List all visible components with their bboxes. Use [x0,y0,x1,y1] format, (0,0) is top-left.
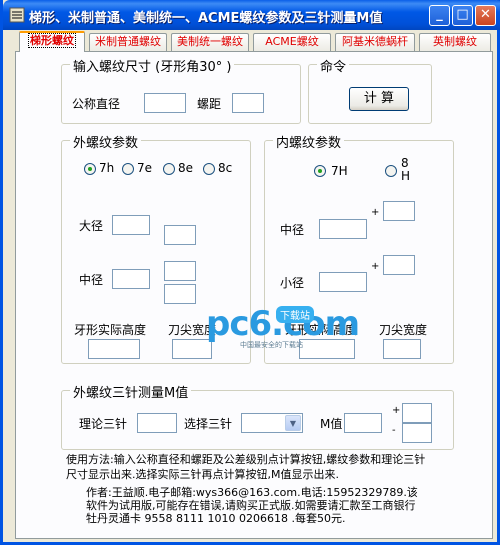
internal-tolerance-8H-radio[interactable] [385,165,397,177]
nominal-diameter-label: 公称直径 [72,97,121,111]
app-icon [9,7,25,23]
three-wire-group: 外螺纹三针测量M值 理论三针 选择三针 ▼ M值 + - [61,382,454,450]
external-pitch-diameter-label: 中径 [79,273,104,287]
major-diameter-output[interactable] [112,215,150,235]
external-pitch-diameter-upper-output[interactable] [164,261,196,281]
external-tolerance-8e-radio[interactable] [163,163,175,175]
chevron-down-icon: ▼ [285,415,301,431]
external-tolerance-7h-label: 7h [99,161,115,175]
watermark-badge: 下载站 [276,306,314,323]
internal-group-legend: 内螺纹参数 [273,132,345,151]
author-info: 作者:王益顺.电子邮箱:wys366@163.com.电话:1595232978… [86,486,418,525]
nominal-diameter-input[interactable] [144,93,186,113]
command-group: 命令 计 算 [308,56,432,124]
m-value-output[interactable] [344,413,382,433]
pitch-input[interactable] [232,93,264,113]
theory-wire-output[interactable] [137,413,177,433]
m-value-label: M值 [320,417,343,431]
three-wire-group-legend: 外螺纹三针测量M值 [70,382,192,401]
tab-strip: 梯形螺纹 米制普通螺纹 美制统一螺纹 ACME螺纹 阿基米德蜗杆 英制螺纹 [15,31,493,52]
external-thread-height-output[interactable] [88,339,140,359]
minor-diameter-plus: + [371,261,380,272]
external-tolerance-7h-radio[interactable] [84,163,96,175]
calculate-button[interactable]: 计 算 [349,87,409,111]
tab-imperial[interactable]: 英制螺纹 [419,33,491,51]
input-group: 输入螺纹尺寸 (牙形角30° ) 公称直径 螺距 [61,56,301,124]
tab-panel: 输入螺纹尺寸 (牙形角30° ) 公称直径 螺距 命令 计 算 外螺纹参数 7h… [15,51,493,539]
external-tolerance-8c-radio[interactable] [203,163,215,175]
title-bar[interactable]: 梯形、米制普通、美制统一、ACME螺纹参数及三针测量M值 _ □ ✕ [3,0,500,30]
watermark-logo: pc6.com 下载站 中国最安全的下载站 [206,304,360,354]
pitch-label: 螺距 [197,97,222,111]
tab-worm[interactable]: 阿基米德蜗杆 [335,33,415,51]
external-tolerance-7e-radio[interactable] [122,163,134,175]
tab-metric[interactable]: 米制普通螺纹 [89,33,167,51]
external-pitch-diameter-output[interactable] [112,269,150,289]
select-wire-label: 选择三针 [184,417,233,431]
major-diameter-tolerance-output[interactable] [164,225,196,245]
internal-pitch-diameter-plus: + [371,207,380,218]
maximize-button[interactable]: □ [452,5,473,26]
command-group-legend: 命令 [317,56,350,75]
minor-diameter-label: 小径 [280,276,305,290]
external-tolerance-7e-label: 7e [137,161,153,175]
internal-pitch-diameter-tolerance-output[interactable] [383,201,415,221]
minimize-icon: _ [436,7,443,22]
m-value-minus: - [392,425,396,436]
external-tolerance-8c-label: 8c [218,161,233,175]
select-wire-dropdown[interactable]: ▼ [241,413,303,433]
internal-tip-width-label: 刀尖宽度 [379,323,428,337]
minor-diameter-output[interactable] [319,272,367,292]
tab-trapezoidal[interactable]: 梯形螺纹 [19,31,85,52]
maximize-icon: □ [456,7,469,22]
app-window: 梯形、米制普通、美制统一、ACME螺纹参数及三针测量M值 _ □ ✕ 梯形螺纹 … [0,0,500,545]
window-title: 梯形、米制普通、美制统一、ACME螺纹参数及三针测量M值 [29,11,383,26]
minimize-button[interactable]: _ [429,5,450,26]
internal-pitch-diameter-output[interactable] [319,219,367,239]
theory-wire-label: 理论三针 [79,417,128,431]
internal-tolerance-8H-label: 8 H [401,156,411,183]
internal-tip-width-output[interactable] [383,339,421,359]
external-tolerance-8e-label: 8e [178,161,194,175]
external-thread-height-label: 牙形实际高度 [74,323,147,337]
usage-notes: 使用方法:输入公称直径和螺距及公差级别点计算按钮,螺纹参数和理论三针尺寸显示出来… [66,453,426,481]
minor-diameter-tolerance-output[interactable] [383,255,415,275]
m-value-lower-tolerance-output[interactable] [402,423,432,443]
tab-unified[interactable]: 美制统一螺纹 [171,33,249,51]
external-group-legend: 外螺纹参数 [70,132,142,151]
major-diameter-label: 大径 [79,219,104,233]
close-icon: ✕ [480,7,491,22]
watermark-slogan: 中国最安全的下载站 [240,341,303,349]
internal-tolerance-7H-label: 7H [331,164,348,178]
close-button[interactable]: ✕ [475,5,496,26]
internal-pitch-diameter-label: 中径 [280,223,305,237]
tab-acme[interactable]: ACME螺纹 [253,33,331,51]
input-group-legend: 输入螺纹尺寸 (牙形角30° ) [70,56,235,75]
internal-tolerance-7H-radio[interactable] [314,165,326,177]
external-pitch-diameter-lower-output[interactable] [164,284,196,304]
m-value-upper-tolerance-output[interactable] [402,403,432,423]
m-value-plus: + [392,405,401,416]
